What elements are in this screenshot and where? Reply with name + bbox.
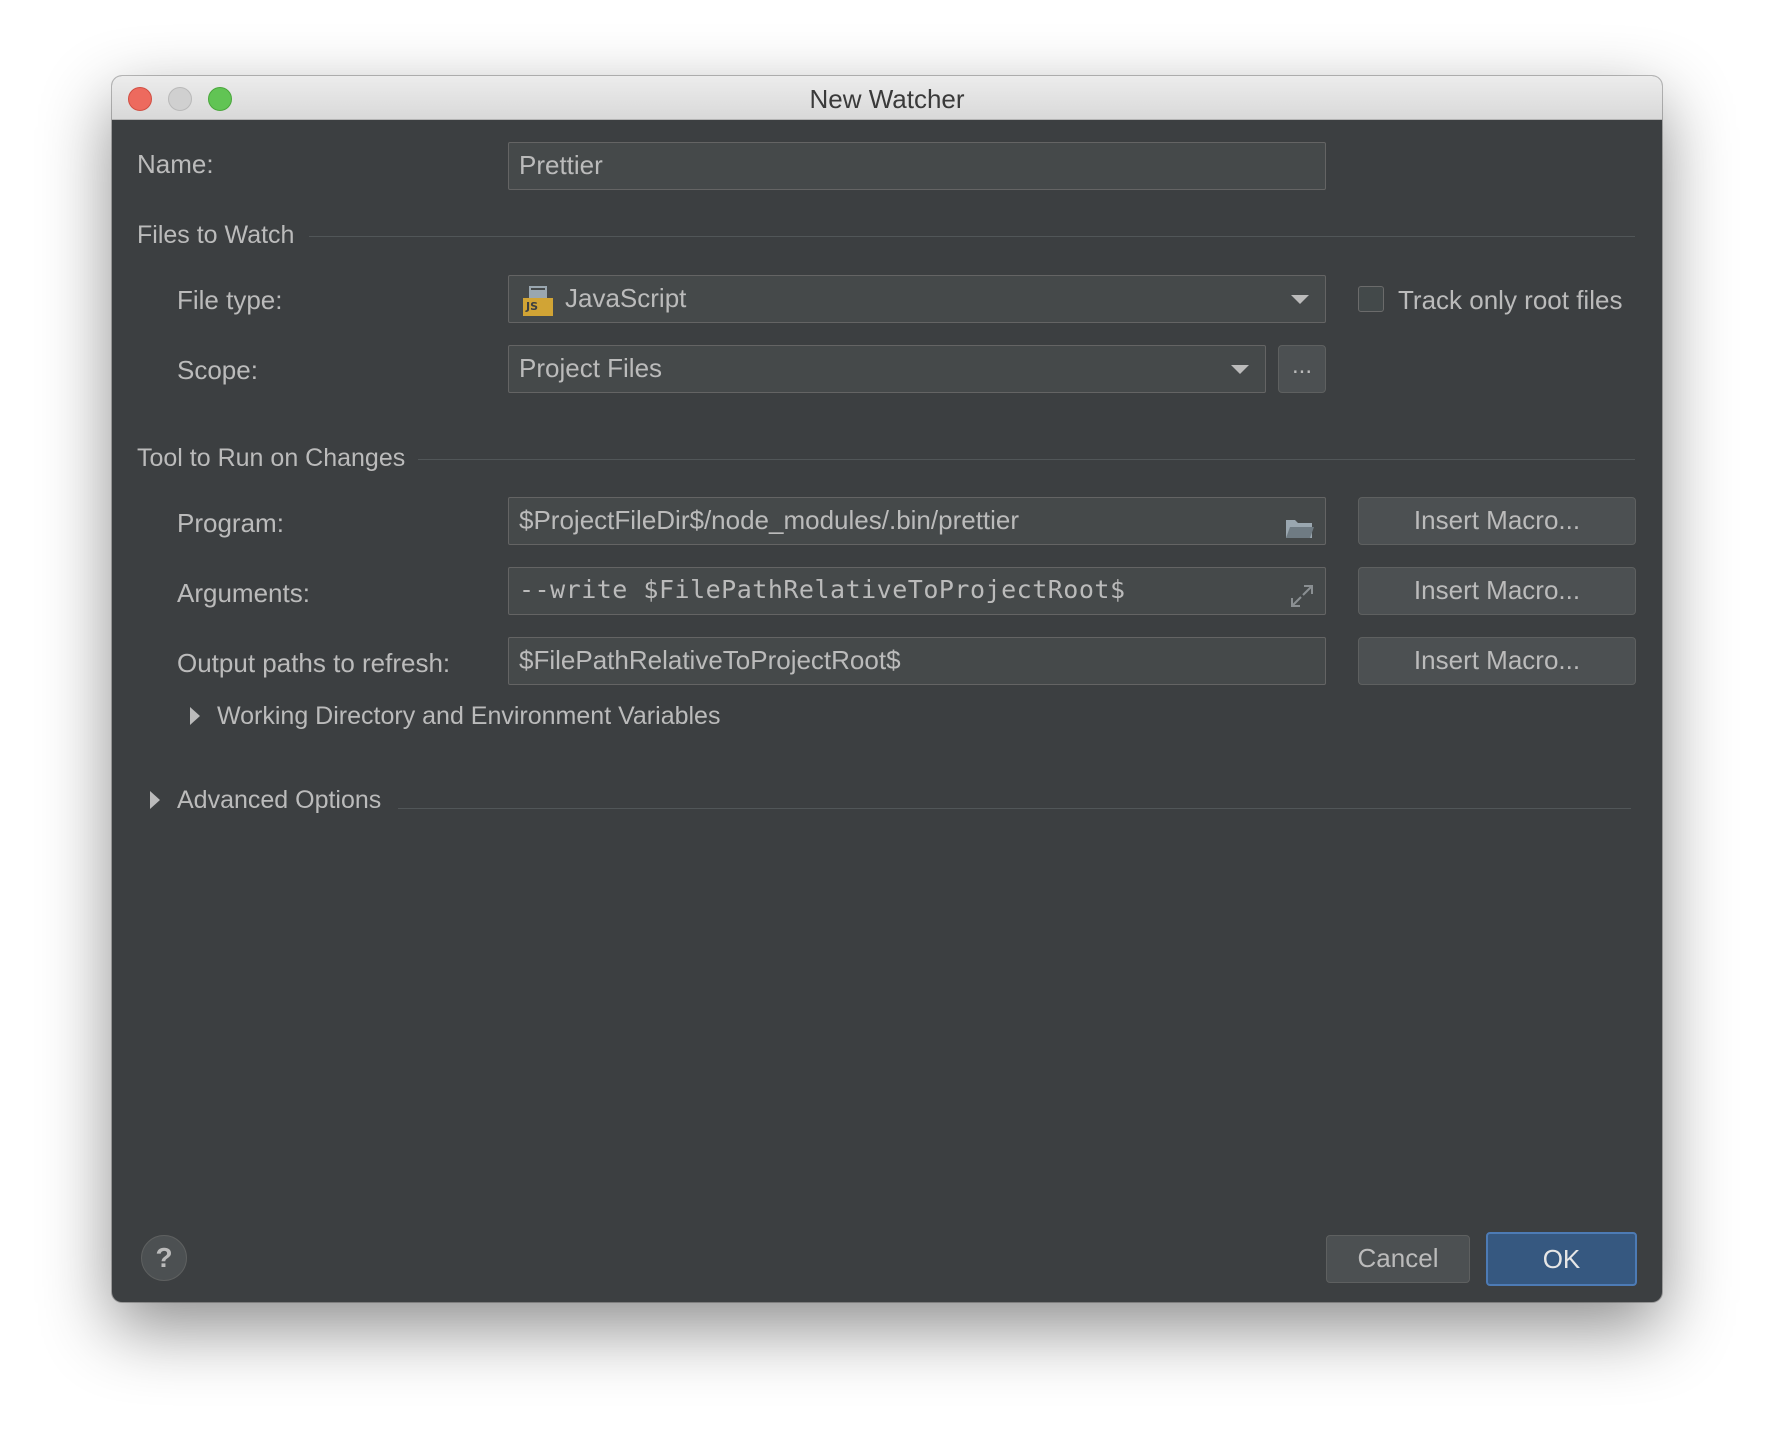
program-insert-macro-button[interactable]: Insert Macro...: [1358, 497, 1636, 545]
disclosure-arrow-icon: [190, 707, 200, 725]
arguments-insert-macro-button[interactable]: Insert Macro...: [1358, 567, 1636, 615]
files-to-watch-header: Files to Watch: [137, 221, 295, 249]
chevron-down-icon: [1291, 295, 1309, 304]
track-root-checkbox[interactable]: [1358, 286, 1384, 312]
scope-value: Project Files: [519, 353, 663, 383]
cancel-button[interactable]: Cancel: [1326, 1235, 1470, 1283]
name-input[interactable]: Prettier: [508, 142, 1326, 190]
javascript-icon-text: JS: [526, 300, 539, 313]
program-input[interactable]: $ProjectFileDir$/node_modules/.bin/prett…: [508, 497, 1326, 545]
arguments-label: Arguments:: [177, 578, 310, 608]
scope-dropdown[interactable]: Project Files: [508, 345, 1266, 393]
files-to-watch-separator: [309, 236, 1635, 237]
track-root-label: Track only root files: [1398, 285, 1623, 315]
output-paths-input[interactable]: $FilePathRelativeToProjectRoot$: [508, 637, 1326, 685]
expand-icon[interactable]: [1289, 579, 1315, 607]
arguments-input[interactable]: --write $FilePathRelativeToProjectRoot$: [508, 567, 1326, 615]
tool-separator: [418, 459, 1635, 460]
file-type-label: File type:: [177, 285, 283, 315]
working-directory-label: Working Directory and Environment Variab…: [217, 702, 721, 730]
new-watcher-dialog: New Watcher Name: Prettier Files to Watc…: [112, 76, 1662, 1302]
chevron-down-icon: [1231, 365, 1249, 374]
tool-header: Tool to Run on Changes: [137, 444, 406, 472]
scope-more-button[interactable]: ...: [1278, 345, 1326, 393]
help-button[interactable]: ?: [141, 1235, 187, 1281]
advanced-options-separator: [398, 808, 1631, 809]
disclosure-arrow-icon: [150, 791, 160, 809]
arguments-value: --write $FilePathRelativeToProjectRoot$: [519, 575, 1126, 604]
program-label: Program:: [177, 508, 284, 538]
javascript-file-icon: JS: [523, 285, 553, 316]
output-insert-macro-button[interactable]: Insert Macro...: [1358, 637, 1636, 685]
working-directory-toggle[interactable]: Working Directory and Environment Variab…: [184, 696, 784, 736]
advanced-options-label: Advanced Options: [177, 786, 382, 814]
ok-button[interactable]: OK: [1486, 1232, 1637, 1286]
advanced-options-toggle[interactable]: Advanced Options: [144, 780, 504, 820]
file-type-dropdown[interactable]: JS JavaScript: [508, 275, 1326, 323]
program-value: $ProjectFileDir$/node_modules/.bin/prett…: [519, 505, 1020, 535]
window-title: New Watcher: [809, 84, 965, 114]
scope-label: Scope:: [177, 355, 258, 385]
output-paths-label: Output paths to refresh:: [177, 648, 451, 678]
title-bar: New Watcher: [112, 76, 1662, 120]
file-type-value: JavaScript: [565, 283, 687, 313]
name-label: Name:: [137, 149, 214, 179]
folder-icon[interactable]: [1285, 510, 1315, 538]
